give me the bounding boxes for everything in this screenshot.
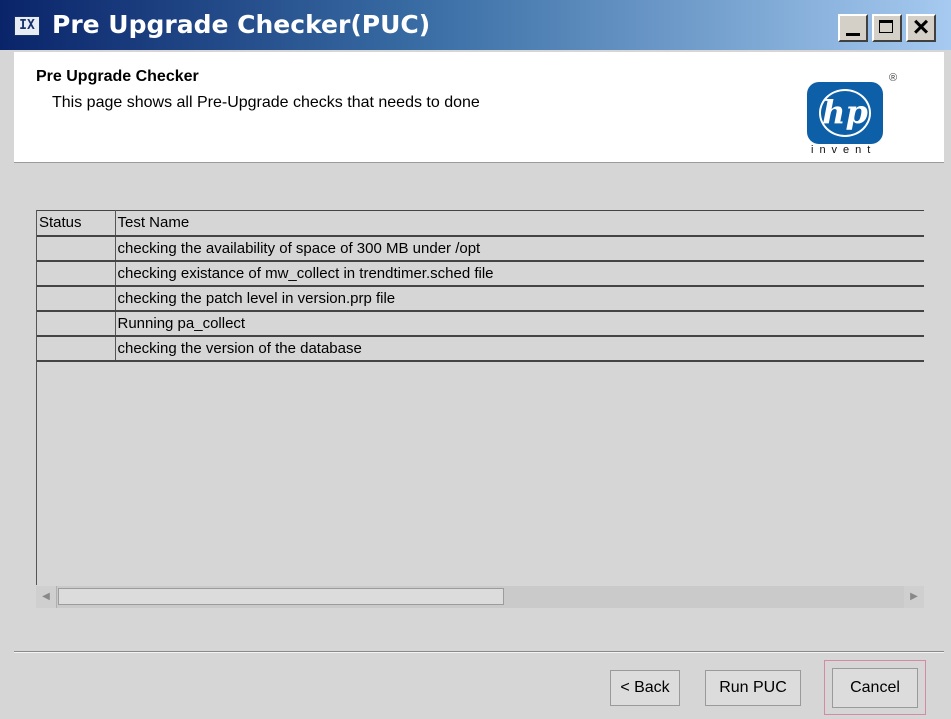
- table-row[interactable]: checking the patch level in version.prp …: [37, 285, 924, 312]
- cancel-button[interactable]: Cancel: [832, 668, 918, 708]
- status-cell: [37, 335, 116, 362]
- checks-table: Status Test Name checking the availabili…: [37, 210, 924, 362]
- hp-logo: hp: [807, 82, 883, 144]
- test-name-cell: checking the patch level in version.prp …: [115, 285, 924, 312]
- column-header-status[interactable]: Status: [37, 210, 116, 237]
- status-cell: [37, 310, 116, 337]
- test-name-cell: checking the availability of space of 30…: [115, 235, 924, 262]
- run-puc-button[interactable]: Run PUC: [705, 670, 801, 706]
- scrollbar-thumb[interactable]: [58, 588, 504, 605]
- horizontal-scrollbar[interactable]: ◀ ▶: [36, 586, 924, 608]
- puc-window: IX Pre Upgrade Checker(PUC) Pre Upgrade …: [0, 0, 951, 719]
- page-description: This page shows all Pre-Upgrade checks t…: [52, 94, 480, 111]
- window-title: Pre Upgrade Checker(PUC): [52, 10, 431, 39]
- column-header-test-name[interactable]: Test Name: [115, 210, 924, 237]
- table-row[interactable]: Running pa_collect: [37, 310, 924, 337]
- table-row[interactable]: checking the availability of space of 30…: [37, 235, 924, 262]
- page-title: Pre Upgrade Checker: [36, 68, 199, 85]
- table-row[interactable]: checking existance of mw_collect in tren…: [37, 260, 924, 287]
- minimize-icon[interactable]: [838, 14, 868, 42]
- puc-app-icon: IX: [14, 16, 40, 36]
- status-cell: [37, 285, 116, 312]
- checks-table-panel: Status Test Name checking the availabili…: [36, 210, 924, 585]
- scroll-right-icon[interactable]: ▶: [904, 586, 924, 608]
- scroll-left-icon[interactable]: ◀: [36, 586, 57, 608]
- hp-invent-tagline: invent: [811, 144, 877, 156]
- maximize-icon[interactable]: [872, 14, 902, 42]
- back-button[interactable]: < Back: [610, 670, 680, 706]
- registered-mark: ®: [889, 72, 898, 84]
- table-row[interactable]: checking the version of the database: [37, 335, 924, 362]
- status-cell: [37, 235, 116, 262]
- status-cell: [37, 260, 116, 287]
- wizard-header: Pre Upgrade Checker This page shows all …: [14, 52, 944, 163]
- test-name-cell: checking the version of the database: [115, 335, 924, 362]
- close-icon[interactable]: [906, 12, 936, 42]
- button-bar-divider: [14, 651, 944, 653]
- table-header-row: Status Test Name: [37, 210, 924, 237]
- hp-logo-mark: hp: [822, 93, 868, 131]
- title-bar[interactable]: IX Pre Upgrade Checker(PUC): [0, 0, 951, 50]
- test-name-cell: checking existance of mw_collect in tren…: [115, 260, 924, 287]
- test-name-cell: Running pa_collect: [115, 310, 924, 337]
